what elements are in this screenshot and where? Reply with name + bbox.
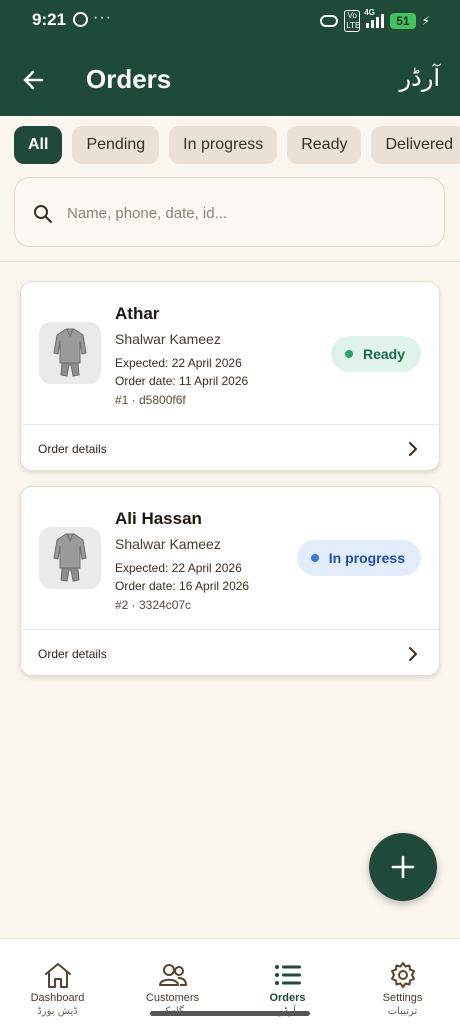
network-type: 4G	[364, 8, 375, 17]
status-filter-chips: All Pending In progress Ready Delivered	[14, 126, 460, 164]
expected-date: Expected: 22 April 2026	[115, 356, 242, 370]
order-card[interactable]: Athar Shalwar Kameez Expected: 22 April …	[20, 281, 440, 471]
order-details-link[interactable]: Order details	[21, 630, 439, 676]
nav-label-urdu: ڈیش بورڈ	[37, 1006, 78, 1017]
expected-date: Expected: 22 April 2026	[115, 561, 242, 575]
plus-icon	[391, 855, 415, 879]
nav-label: Customers	[145, 992, 200, 1004]
section-divider	[0, 261, 460, 262]
add-order-button[interactable]	[369, 833, 437, 901]
order-details-link[interactable]: Order details	[21, 425, 439, 471]
home-indicator[interactable]	[150, 1011, 310, 1016]
people-icon	[159, 964, 187, 986]
status-badge: In progress	[296, 540, 421, 576]
garment-type: Shalwar Kameez	[115, 331, 221, 347]
gear-icon	[391, 962, 415, 988]
status-icons: Vo LTE 4G 51 ⚡	[320, 8, 430, 32]
signal-icon: 4G	[364, 8, 385, 28]
charging-icon: ⚡	[421, 14, 430, 28]
garment-type: Shalwar Kameez	[115, 536, 221, 552]
order-date: Order date: 16 April 2026	[115, 579, 250, 593]
back-button[interactable]	[20, 66, 48, 94]
search-icon	[34, 205, 52, 223]
filter-chip-ready[interactable]: Ready	[287, 126, 362, 164]
order-id: #1 · d5800f6f	[115, 393, 186, 407]
order-date: Order date: 11 April 2026	[115, 374, 249, 388]
chevron-right-icon	[409, 647, 417, 661]
page-title-urdu: آرڈر	[399, 64, 440, 92]
order-details-label: Order details	[38, 647, 107, 661]
status-badge: Ready	[330, 336, 421, 372]
search-box	[14, 177, 445, 247]
shalwar-kameez-icon	[53, 533, 87, 582]
arrow-left-icon	[23, 70, 44, 90]
more-notifications-icon: ···	[93, 9, 112, 26]
whatsapp-icon	[73, 12, 88, 27]
home-icon	[45, 963, 71, 988]
garment-thumbnail	[39, 322, 101, 384]
garment-thumbnail	[39, 527, 101, 589]
battery-level: 51	[390, 13, 416, 29]
link-icon	[320, 15, 339, 27]
nav-item-settings[interactable]: Settings ترتیبات	[345, 939, 460, 1024]
search-input[interactable]	[67, 198, 427, 228]
nav-item-dashboard[interactable]: Dashboard ڈیش بورڈ	[0, 939, 115, 1024]
order-details-label: Order details	[38, 442, 107, 456]
filter-chip-all[interactable]: All	[14, 126, 63, 164]
list-icon	[275, 965, 301, 985]
nav-label: Dashboard	[30, 992, 85, 1004]
nav-label-urdu: ترتیبات	[387, 1006, 418, 1017]
order-card[interactable]: Ali Hassan Shalwar Kameez Expected: 22 A…	[20, 486, 440, 676]
status-time: 9:21	[32, 10, 67, 29]
nav-label: Settings	[382, 992, 423, 1004]
order-id: #2 · 3324c07c	[115, 598, 192, 612]
page-title: Orders	[86, 64, 172, 94]
customer-name: Athar	[115, 304, 160, 323]
nav-label: Orders	[269, 992, 306, 1004]
volte-icon: Vo LTE	[344, 10, 361, 32]
status-bar: 9:21 ··· Vo LTE 4G 51 ⚡	[0, 0, 460, 40]
shalwar-kameez-icon	[53, 328, 87, 377]
filter-chip-in-progress[interactable]: In progress	[169, 126, 278, 164]
filter-chip-delivered[interactable]: Delivered	[371, 126, 460, 164]
chevron-right-icon	[409, 442, 417, 456]
customer-name: Ali Hassan	[115, 509, 202, 528]
app-header: 9:21 ··· Vo LTE 4G 51 ⚡ Orders آرڈر	[0, 0, 460, 116]
filter-chip-pending[interactable]: Pending	[72, 126, 160, 164]
